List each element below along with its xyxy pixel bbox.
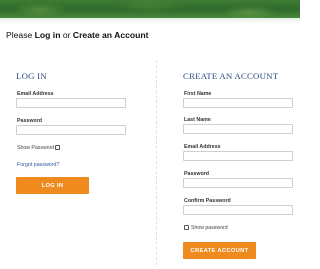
login-password-input[interactable] bbox=[16, 125, 126, 135]
heading-create: Create an Account bbox=[72, 30, 149, 40]
register-password-input[interactable] bbox=[183, 178, 293, 188]
header-banner bbox=[0, 0, 300, 18]
last-name-input[interactable] bbox=[183, 124, 293, 134]
confirm-password-label: Confirm Password bbox=[184, 198, 231, 204]
register-show-password-checkbox[interactable] bbox=[184, 225, 189, 230]
login-button[interactable]: LOG IN bbox=[16, 177, 89, 194]
last-name-label: Last Name bbox=[184, 117, 211, 123]
forgot-password-link[interactable]: Forgot password? bbox=[17, 162, 59, 168]
login-email-label: Email Address bbox=[17, 91, 54, 97]
register-show-password-label: Show password bbox=[191, 225, 228, 231]
confirm-password-input[interactable] bbox=[183, 205, 293, 215]
heading-or: or bbox=[60, 30, 73, 40]
register-email-input[interactable] bbox=[183, 151, 293, 161]
page-heading: Please Log in or Create an Account bbox=[6, 30, 149, 40]
login-show-password-checkbox[interactable] bbox=[55, 145, 60, 150]
banner-edge bbox=[0, 18, 300, 24]
first-name-input[interactable] bbox=[183, 98, 293, 108]
login-title: LOG IN bbox=[16, 71, 47, 81]
heading-prefix: Please bbox=[6, 30, 35, 40]
create-account-button[interactable]: CREATE ACCOUNT bbox=[183, 242, 256, 259]
heading-login: Log in bbox=[34, 30, 61, 40]
login-email-input[interactable] bbox=[16, 98, 126, 108]
first-name-label: First Name bbox=[184, 91, 212, 97]
register-password-label: Password bbox=[184, 171, 210, 177]
register-email-label: Email Address bbox=[184, 144, 221, 150]
login-password-label: Password bbox=[17, 118, 43, 124]
column-divider bbox=[156, 60, 157, 265]
register-title: CREATE AN ACCOUNT bbox=[183, 71, 279, 81]
login-show-password-label: Show Password bbox=[17, 145, 55, 151]
